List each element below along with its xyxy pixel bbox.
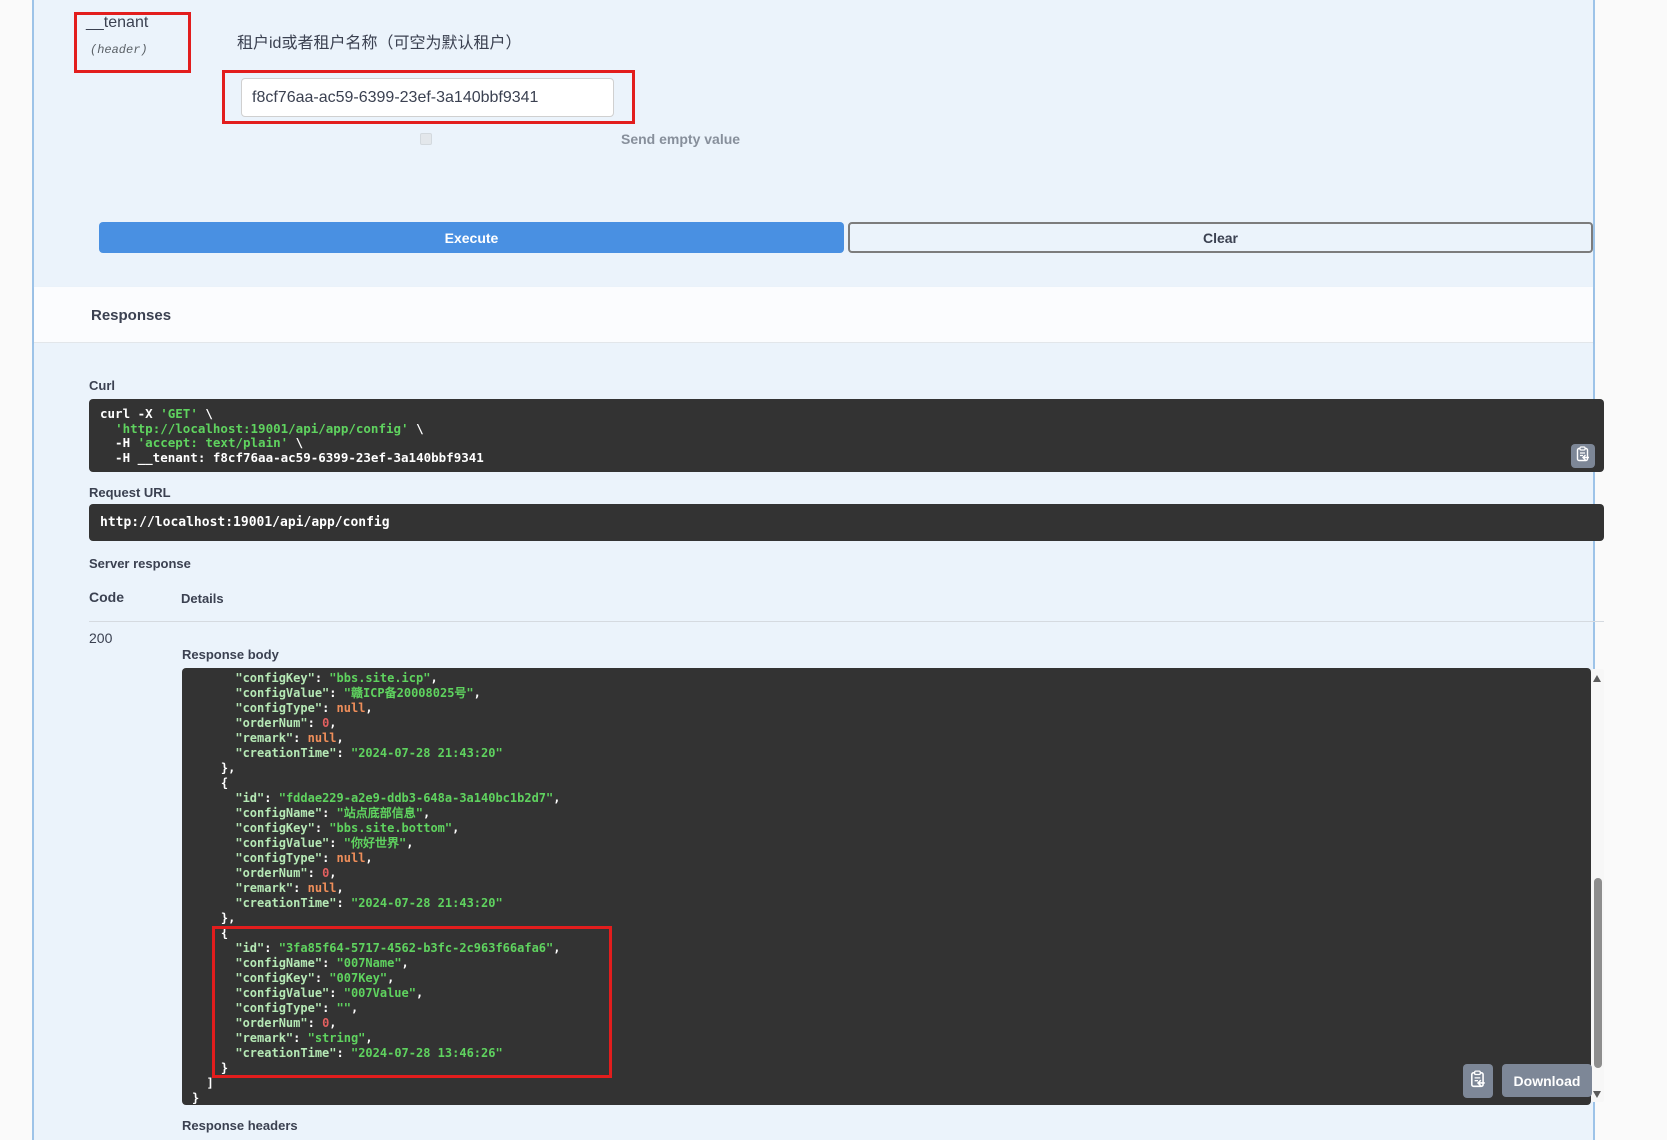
annotation-box-tenant-input	[222, 70, 635, 124]
parameter-description: 租户id或者租户名称（可空为默认租户）	[237, 29, 521, 53]
response-body-label: Response body	[182, 647, 279, 662]
download-button[interactable]: Download	[1502, 1064, 1592, 1097]
request-url-value: http://localhost:19001/api/app/config	[89, 515, 390, 530]
scroll-down-arrow-icon[interactable]	[1593, 1091, 1601, 1098]
scrollbar[interactable]	[1591, 669, 1604, 1102]
curl-label: Curl	[89, 378, 115, 393]
details-column-header: Details	[181, 591, 224, 606]
clear-button[interactable]: Clear	[848, 222, 1593, 253]
responses-title: Responses	[91, 307, 171, 324]
request-url-label: Request URL	[89, 485, 171, 500]
status-code: 200	[89, 630, 112, 646]
operation-block: __tenant (header) 租户id或者租户名称（可空为默认租户） Se…	[32, 0, 1595, 1140]
send-empty-label: Send empty value	[621, 131, 740, 147]
code-column-header: Code	[89, 589, 124, 605]
curl-command-block[interactable]: curl -X 'GET' \ 'http://localhost:19001/…	[89, 399, 1604, 472]
send-empty-checkbox[interactable]	[420, 133, 432, 145]
swagger-ui-screen: __tenant (header) 租户id或者租户名称（可空为默认租户） Se…	[0, 0, 1667, 1140]
clipboard-icon	[1470, 1070, 1486, 1093]
request-url-bar: http://localhost:19001/api/app/config	[89, 504, 1604, 541]
annotation-box-json-object	[212, 926, 612, 1078]
copy-to-clipboard-button[interactable]	[1571, 444, 1595, 468]
server-response-label: Server response	[89, 556, 191, 571]
table-header-divider	[89, 621, 1604, 622]
copy-response-button[interactable]	[1463, 1064, 1493, 1098]
response-headers-label: Response headers	[182, 1118, 298, 1133]
scroll-up-arrow-icon[interactable]	[1593, 675, 1601, 682]
execute-button[interactable]: Execute	[99, 222, 844, 253]
annotation-box-tenant-param	[74, 12, 191, 73]
scrollbar-thumb[interactable]	[1594, 878, 1602, 1068]
clipboard-icon	[1576, 446, 1590, 467]
responses-section-header	[34, 287, 1593, 343]
